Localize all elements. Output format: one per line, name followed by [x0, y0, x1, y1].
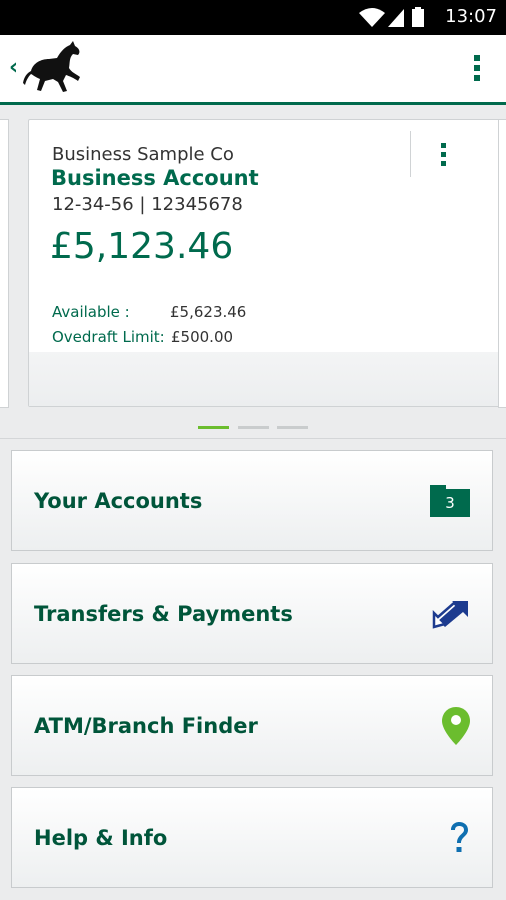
status-icons	[359, 7, 424, 27]
transfers-payments-label: Transfers & Payments	[34, 601, 293, 626]
account-card[interactable]: Business Sample Co Business Account 12-3…	[28, 119, 505, 407]
transfer-arrows-icon	[432, 600, 468, 629]
account-type: Business Account	[51, 166, 259, 190]
pager-dot-1[interactable]	[198, 426, 229, 429]
card-divider	[410, 131, 411, 177]
app-header: ‹	[0, 35, 506, 105]
account-balance: £5,123.46	[50, 226, 234, 267]
atm-branch-finder-label: ATM/Branch Finder	[34, 713, 258, 738]
account-numbers: 12-34-56 | 12345678	[52, 194, 243, 215]
your-accounts-label: Your Accounts	[34, 488, 203, 513]
overdraft-label: Ovedraft Limit:	[52, 328, 165, 346]
status-bar: 13:07	[0, 0, 506, 35]
your-accounts-tile[interactable]: Your Accounts 3	[11, 450, 493, 551]
available-value: £5,623.46	[170, 303, 247, 321]
overdraft-value: £500.00	[171, 328, 234, 346]
previous-card-peek[interactable]	[0, 119, 9, 408]
pager-dot-3[interactable]	[277, 426, 308, 429]
card-footer	[29, 352, 504, 406]
account-carousel[interactable]: Business Sample Co Business Account 12-3…	[0, 105, 506, 439]
pager-dot-2[interactable]	[238, 426, 269, 429]
available-label: Available :	[52, 303, 130, 321]
signal-icon	[388, 9, 404, 27]
transfers-payments-tile[interactable]: Transfers & Payments	[11, 563, 493, 664]
help-info-label: Help & Info	[34, 825, 168, 850]
question-icon	[451, 821, 468, 852]
overflow-menu-icon[interactable]	[472, 55, 482, 85]
help-info-tile[interactable]: Help & Info	[11, 787, 493, 888]
map-pin-icon	[442, 706, 470, 745]
accounts-count-badge: 3	[430, 488, 470, 517]
business-name: Business Sample Co	[52, 144, 234, 165]
wifi-icon	[359, 8, 385, 27]
status-time: 13:07	[445, 6, 497, 27]
next-card-peek[interactable]	[498, 119, 506, 408]
folder-icon: 3	[430, 484, 470, 517]
carousel-pager	[198, 426, 310, 430]
card-menu-icon[interactable]	[441, 143, 449, 173]
chevron-left-icon[interactable]: ‹	[9, 55, 18, 80]
battery-icon	[412, 7, 424, 27]
atm-branch-finder-tile[interactable]: ATM/Branch Finder	[11, 675, 493, 776]
black-horse-logo[interactable]	[23, 41, 85, 95]
